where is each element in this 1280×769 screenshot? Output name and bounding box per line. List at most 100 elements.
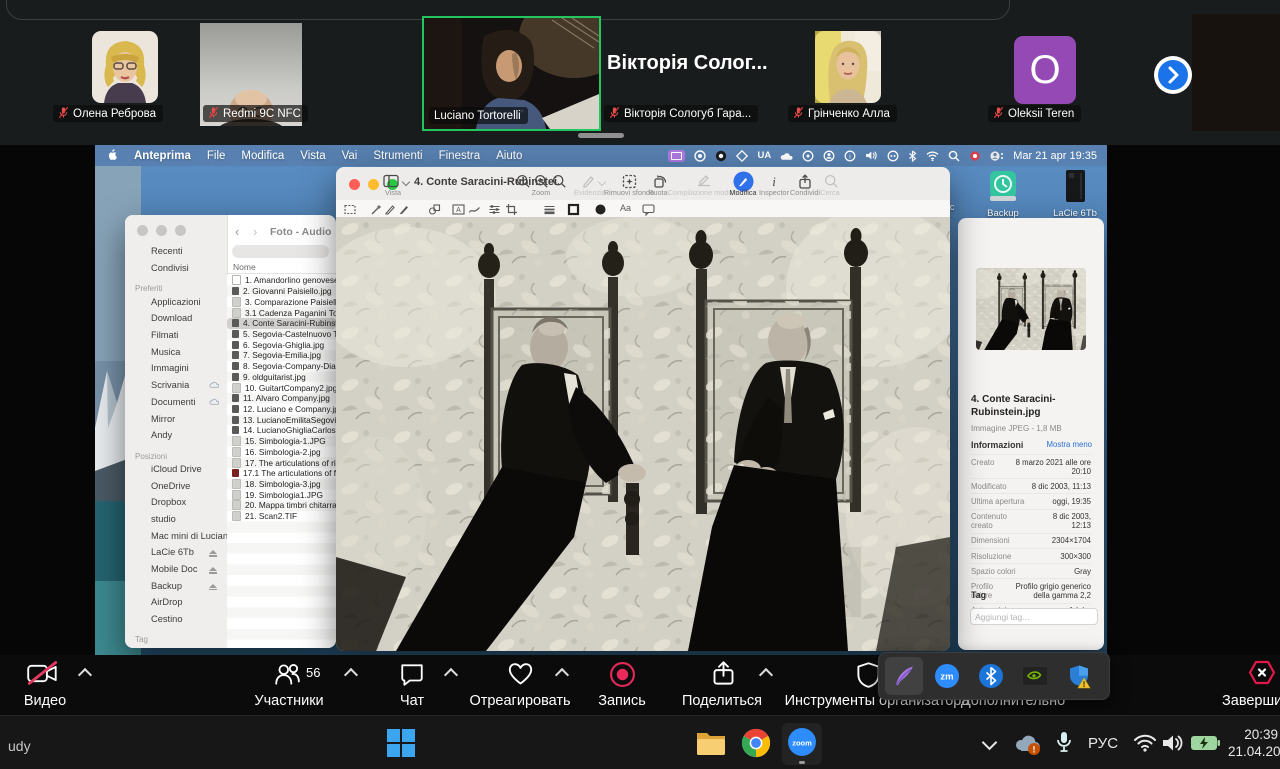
text-tool-icon[interactable]: A [452, 203, 465, 216]
file-row[interactable]: 20. Mappa timbri chitarra. [227, 500, 336, 511]
windows-security-tray-icon[interactable] [1066, 663, 1092, 689]
sidebar-item[interactable]: Recenti [125, 243, 227, 260]
back-button[interactable]: ‹ [235, 224, 239, 239]
sidebar-item[interactable]: Mobile Doc [125, 561, 227, 578]
file-row[interactable]: 2. Giovanni Paisiello.jpg [227, 286, 336, 297]
shapes-tool-icon[interactable] [428, 203, 441, 216]
forward-button[interactable]: › [253, 224, 257, 239]
status-diamond-icon[interactable] [736, 150, 748, 162]
show-less-link[interactable]: Mostra meno [1047, 440, 1093, 449]
menu-bar-clock[interactable]: Mar 21 apr 19:35 [1013, 150, 1097, 162]
file-row[interactable]: 18. Simbologia-3.jpg [227, 479, 336, 490]
status-user-icon[interactable] [823, 150, 835, 162]
line-style-icon[interactable] [543, 203, 556, 216]
crop-tool-icon[interactable] [505, 203, 518, 216]
wifi-icon[interactable] [1133, 734, 1157, 757]
file-row[interactable]: 21. Scan2.TIF [227, 511, 336, 522]
window-controls-inactive[interactable] [137, 225, 186, 236]
file-row[interactable]: 10. GuitartCompany2.jpg [227, 382, 336, 393]
sidebar-item[interactable]: Documenti [125, 394, 227, 411]
file-row[interactable]: 8. Segovia-Company-Dia [227, 361, 336, 372]
status-circle-icon[interactable] [715, 150, 727, 162]
record-status-icon[interactable] [969, 150, 981, 162]
chrome-icon[interactable] [741, 728, 771, 763]
draw-tool-icon[interactable] [398, 203, 411, 216]
bluetooth-icon[interactable] [908, 150, 917, 162]
adjust-tool-icon[interactable] [488, 203, 501, 216]
file-row[interactable]: 17. The articulations of rit [227, 457, 336, 468]
status-target-icon[interactable] [802, 150, 814, 162]
minimize-button[interactable] [368, 179, 379, 190]
user-switch-icon[interactable] [990, 150, 1004, 162]
sidebar-item[interactable]: Dropbox [125, 494, 227, 511]
airpods-icon[interactable] [887, 150, 899, 162]
border-color-icon[interactable] [567, 203, 580, 216]
sidebar-item[interactable]: iCloud Drive [125, 461, 227, 478]
file-row[interactable]: 17.1 The articulations of fi [227, 468, 336, 479]
feather-pen-icon[interactable] [891, 663, 917, 689]
sign-tool-icon[interactable] [468, 203, 481, 216]
close-button[interactable] [349, 179, 360, 190]
sidebar-item[interactable]: studio [125, 511, 227, 528]
nvidia-tray-icon[interactable] [1022, 663, 1048, 689]
microphone-icon[interactable] [1054, 730, 1074, 761]
menu-item[interactable]: Vista [292, 150, 333, 162]
text-style-icon[interactable]: Aa [620, 203, 633, 216]
desktop-icon-lacie[interactable]: LaCie 6Tb [1053, 169, 1097, 219]
file-row[interactable]: 12. Luciano e Company.jp [227, 404, 336, 415]
participant-tile-active-speaker[interactable]: Luciano Tortorelli [422, 16, 601, 131]
sidebar-item[interactable]: Filmati [125, 327, 227, 344]
menu-item[interactable]: Strumenti [365, 150, 430, 162]
bluetooth-tray-icon[interactable] [978, 663, 1004, 689]
add-tag-input[interactable] [970, 608, 1098, 625]
menu-item[interactable]: Aiuto [488, 150, 530, 162]
sidebar-item[interactable]: Scrivania [125, 377, 227, 394]
close-button[interactable] [137, 225, 148, 236]
sidebar-item[interactable]: Andy [125, 427, 227, 444]
eject-icon[interactable] [209, 550, 217, 554]
file-row[interactable]: 3.1 Cadenza Paganini Tort [227, 307, 336, 318]
start-button[interactable] [386, 728, 416, 763]
status-dot-icon[interactable] [694, 150, 706, 162]
sketch-tool-icon[interactable] [384, 203, 397, 216]
sidebar-item[interactable]: LaCie 6Tb [125, 544, 227, 561]
weather-widget-partial[interactable]: udy [8, 738, 31, 754]
finder-window[interactable]: Recenti Condivisi Preferi [125, 215, 336, 648]
sidebar-item[interactable]: Immagini [125, 360, 227, 377]
zoom-app-tray-icon[interactable]: zm [934, 663, 960, 689]
sidebar-item[interactable]: Mirror [125, 410, 227, 427]
cloud-icon[interactable] [780, 151, 793, 161]
react-options-chevron[interactable] [555, 668, 569, 682]
file-row[interactable]: 7. Segovia-Emilia.jpg [227, 350, 336, 361]
annotation-bubble-icon[interactable] [642, 203, 655, 216]
sidebar-item[interactable]: Cestino [125, 611, 227, 628]
fill-color-icon[interactable] [594, 203, 607, 216]
share-options-chevron[interactable] [759, 668, 773, 682]
file-row[interactable]: 16. Simbologia-2.jpg [227, 447, 336, 458]
eject-icon[interactable] [209, 567, 217, 571]
chat-options-chevron[interactable] [444, 668, 458, 682]
desktop-icon-backup[interactable]: Backup [981, 169, 1025, 219]
sidebar-item[interactable]: Download [125, 310, 227, 327]
file-explorer-icon[interactable] [696, 730, 726, 761]
instant-alpha-icon[interactable] [370, 203, 383, 216]
zoom-fit-button[interactable] [552, 174, 567, 194]
wifi-icon[interactable] [926, 151, 939, 161]
zoom-out-button[interactable] [516, 174, 531, 194]
menu-item[interactable]: File [199, 150, 234, 162]
apple-menu-icon[interactable] [95, 148, 126, 164]
file-row[interactable]: 19. Simbologia1.JPG [227, 489, 336, 500]
sidebar-item[interactable]: Condivisi [125, 260, 227, 277]
file-row[interactable]: 4. Conte Saracini-Rubinst [227, 318, 336, 329]
sidebar-item[interactable]: Musica [125, 343, 227, 360]
strip-resize-handle[interactable] [578, 133, 624, 138]
onedrive-icon[interactable]: ! [1014, 732, 1042, 761]
menu-app-name[interactable]: Anteprima [126, 150, 199, 162]
selection-tool-icon[interactable] [344, 203, 357, 216]
battery-charging-icon[interactable] [1191, 735, 1221, 756]
participants-options-chevron[interactable] [344, 668, 358, 682]
file-row[interactable]: 1. Amandorlino genovese, [227, 275, 336, 286]
sidebar-item[interactable]: Applicazioni [125, 293, 227, 310]
sidebar-item[interactable]: AirDrop [125, 594, 227, 611]
sidebar-item[interactable]: OneDrive [125, 477, 227, 494]
